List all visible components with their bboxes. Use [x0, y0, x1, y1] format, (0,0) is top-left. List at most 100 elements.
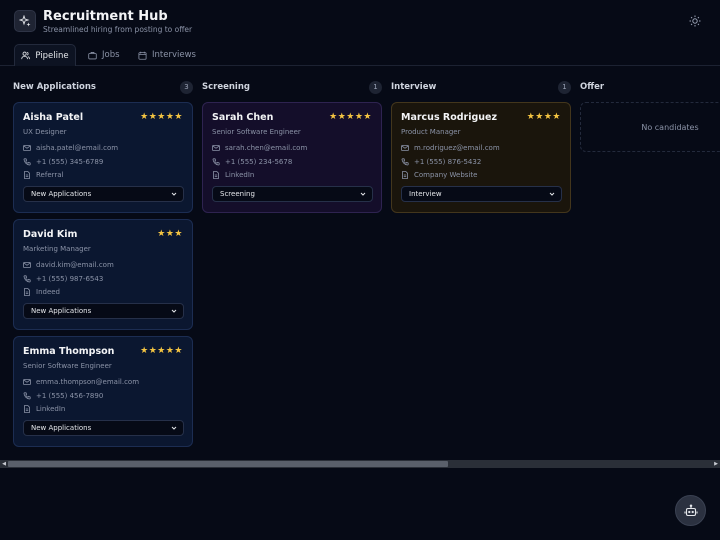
candidate-source: LinkedIn — [225, 171, 255, 179]
document-icon — [24, 405, 30, 413]
candidate-phone: +1 (555) 456-7890 — [36, 392, 104, 400]
candidate-source: Company Website — [414, 171, 478, 179]
candidate-email: emma.thompson@email.com — [36, 378, 140, 386]
scroll-left-arrow-icon[interactable]: ◀ — [0, 460, 8, 468]
stage-select[interactable]: Interview — [401, 186, 562, 202]
tab-interviews[interactable]: Interviews — [138, 44, 196, 66]
source-row: Referral — [23, 170, 64, 180]
empty-text: No candidates — [641, 122, 699, 132]
candidate-card[interactable]: Sarah Chen ★★★★★ Senior Software Enginee… — [202, 102, 382, 213]
app-title: Recruitment Hub — [43, 9, 168, 24]
candidate-role: UX Designer — [23, 128, 67, 136]
phone-row: +1 (555) 345-6789 — [23, 157, 103, 167]
phone-icon — [212, 158, 220, 166]
theme-toggle-sun-icon[interactable] — [688, 14, 702, 28]
mail-icon — [212, 145, 220, 151]
column-header: Offer — [580, 80, 720, 94]
phone-icon — [23, 392, 31, 400]
chevron-down-icon — [549, 192, 555, 196]
phone-icon — [23, 158, 31, 166]
column-title: New Applications — [13, 82, 96, 92]
stage-select[interactable]: New Applications — [23, 303, 184, 319]
calendar-icon — [138, 51, 147, 60]
column-header: New Applications 3 — [13, 80, 193, 94]
bot-icon — [683, 504, 698, 516]
mail-icon — [23, 145, 31, 151]
tab-jobs[interactable]: Jobs — [88, 44, 120, 66]
candidate-name: Marcus Rodriguez — [401, 112, 498, 123]
column-count-badge: 1 — [558, 80, 571, 94]
phone-row: +1 (555) 456-7890 — [23, 391, 103, 401]
email-row: emma.thompson@email.com — [23, 377, 139, 387]
candidate-phone: +1 (555) 234-5678 — [225, 158, 293, 166]
document-icon — [24, 171, 30, 179]
stage-select[interactable]: Screening — [212, 186, 373, 202]
candidate-name: David Kim — [23, 229, 78, 240]
phone-icon — [401, 158, 409, 166]
phone-row: +1 (555) 987-6543 — [23, 274, 103, 284]
column-title: Offer — [580, 82, 605, 92]
candidate-phone: +1 (555) 876-5432 — [414, 158, 482, 166]
pipeline-board: New Applications 3 Aisha Patel ★★★★★ UX … — [0, 66, 720, 460]
candidate-role: Senior Software Engineer — [212, 128, 301, 136]
main-tabs: Pipeline Jobs Interviews — [0, 44, 720, 66]
column-title: Interview — [391, 82, 437, 92]
source-row: Indeed — [23, 287, 60, 297]
tab-jobs-label: Jobs — [102, 50, 120, 60]
stage-select[interactable]: New Applications — [23, 420, 184, 436]
candidate-name: Aisha Patel — [23, 112, 84, 123]
mail-icon — [23, 262, 31, 268]
scrollbar-thumb[interactable] — [8, 461, 448, 467]
column-title: Screening — [202, 82, 250, 92]
app-subtitle: Streamlined hiring from posting to offer — [43, 25, 193, 34]
stage-select[interactable]: New Applications — [23, 186, 184, 202]
assistant-bot-button[interactable] — [675, 495, 706, 526]
candidate-source: Indeed — [36, 288, 61, 296]
candidate-card[interactable]: Aisha Patel ★★★★★ UX Designer aisha.pate… — [13, 102, 193, 213]
briefcase-icon — [88, 51, 97, 59]
rating-stars: ★★★★★ — [140, 346, 183, 356]
candidate-card[interactable]: Marcus Rodriguez ★★★★ Product Manager m.… — [391, 102, 571, 213]
phone-icon — [23, 275, 31, 283]
source-row: Company Website — [401, 170, 477, 180]
column-count-badge: 3 — [180, 80, 193, 94]
empty-column-placeholder: No candidates — [580, 102, 720, 152]
document-icon — [402, 171, 408, 179]
candidate-role: Marketing Manager — [23, 245, 91, 253]
phone-row: +1 (555) 234-5678 — [212, 157, 292, 167]
column-count-badge: 1 — [369, 80, 382, 94]
stage-select-value: New Applications — [31, 190, 92, 198]
source-row: LinkedIn — [212, 170, 254, 180]
candidate-card[interactable]: David Kim ★★★ Marketing Manager david.ki… — [13, 219, 193, 330]
horizontal-scrollbar[interactable]: ◀ ▶ — [0, 460, 720, 468]
stage-select-value: Screening — [220, 190, 255, 198]
candidate-email: m.rodriguez@email.com — [414, 144, 500, 152]
app-header: Recruitment Hub Streamlined hiring from … — [0, 0, 720, 44]
candidate-source: Referral — [36, 171, 64, 179]
candidate-email: sarah.chen@email.com — [225, 144, 308, 152]
column-header: Interview 1 — [391, 80, 571, 94]
candidate-source: LinkedIn — [36, 405, 66, 413]
scroll-right-arrow-icon[interactable]: ▶ — [712, 460, 720, 468]
rating-stars: ★★★ — [157, 229, 183, 239]
users-icon — [21, 51, 31, 60]
stage-select-value: Interview — [409, 190, 442, 198]
chevron-down-icon — [171, 426, 177, 430]
mail-icon — [401, 145, 409, 151]
phone-row: +1 (555) 876-5432 — [401, 157, 481, 167]
rating-stars: ★★★★★ — [329, 112, 372, 122]
source-row: LinkedIn — [23, 404, 65, 414]
candidate-email: aisha.patel@email.com — [36, 144, 119, 152]
document-icon — [24, 288, 30, 296]
sparkles-logo-icon — [14, 10, 36, 32]
candidate-name: Sarah Chen — [212, 112, 274, 123]
candidate-card[interactable]: Emma Thompson ★★★★★ Senior Software Engi… — [13, 336, 193, 447]
tab-pipeline[interactable]: Pipeline — [14, 44, 76, 66]
email-row: m.rodriguez@email.com — [401, 143, 500, 153]
chevron-down-icon — [171, 309, 177, 313]
candidate-role: Senior Software Engineer — [23, 362, 112, 370]
mail-icon — [23, 379, 31, 385]
email-row: sarah.chen@email.com — [212, 143, 307, 153]
tab-interviews-label: Interviews — [152, 50, 196, 60]
email-row: david.kim@email.com — [23, 260, 114, 270]
